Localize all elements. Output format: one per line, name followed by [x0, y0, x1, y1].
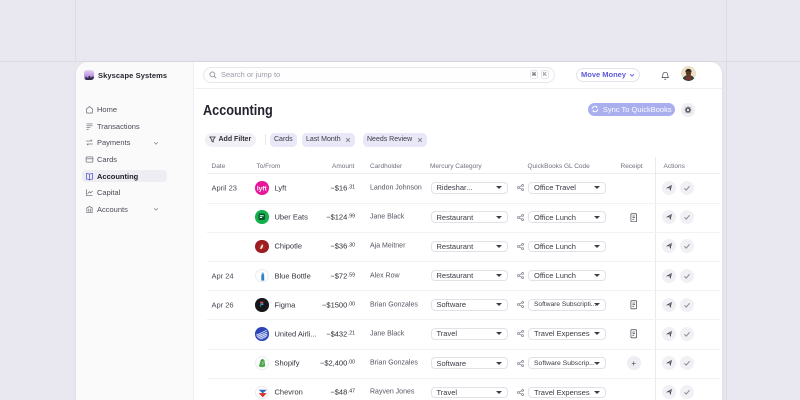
svg-text:lyft: lyft [257, 185, 268, 192]
